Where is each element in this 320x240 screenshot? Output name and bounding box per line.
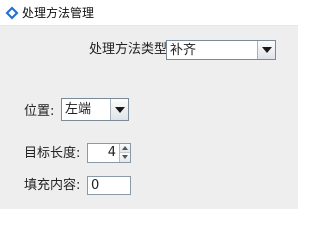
position-value: 左端 bbox=[65, 102, 92, 117]
fill-content-value[interactable]: 0 bbox=[91, 178, 99, 194]
spin-up-icon bbox=[122, 146, 128, 150]
spin-down-icon bbox=[122, 155, 128, 159]
spin-down-button[interactable] bbox=[119, 153, 130, 162]
spin-up-button[interactable] bbox=[119, 144, 130, 153]
app-diamond-icon bbox=[5, 6, 19, 20]
form-panel: 处理方法类型: 补齐 位置: 左端 目标长度: 4 填充内容: 0 bbox=[0, 26, 298, 209]
dialog-window: 处理方法管理 处理方法类型: 补齐 位置: 左端 目标长度: 4 填充内容: 0 bbox=[0, 0, 298, 209]
target-length-label: 目标长度: bbox=[24, 146, 81, 161]
method-type-dropdown-button[interactable] bbox=[257, 41, 275, 59]
target-length-spinner[interactable]: 4 bbox=[87, 143, 131, 163]
method-type-value: 补齐 bbox=[170, 43, 197, 58]
fill-content-label: 填充内容: bbox=[24, 178, 81, 193]
method-type-select[interactable]: 补齐 bbox=[166, 40, 276, 60]
position-select[interactable]: 左端 bbox=[61, 98, 129, 121]
position-label: 位置: bbox=[24, 104, 55, 119]
triangle-down-icon bbox=[115, 106, 125, 113]
triangle-down-icon bbox=[262, 47, 272, 53]
window-title: 处理方法管理 bbox=[22, 6, 95, 20]
fill-content-input[interactable]: 0 bbox=[87, 176, 131, 195]
target-length-value[interactable]: 4 bbox=[108, 145, 116, 161]
title-bar[interactable]: 处理方法管理 bbox=[0, 0, 298, 26]
position-dropdown-button[interactable] bbox=[110, 99, 128, 120]
method-type-label: 处理方法类型: bbox=[89, 42, 172, 57]
